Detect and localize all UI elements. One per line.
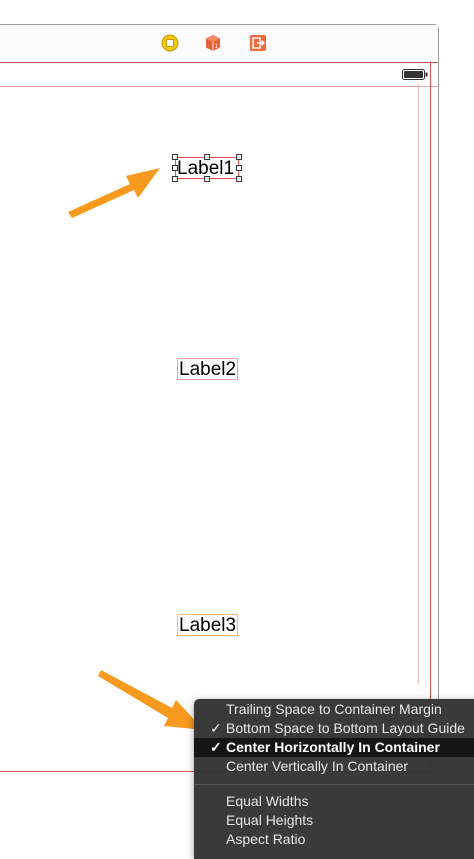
menu-item-label: Center Vertically In Container: [226, 758, 409, 774]
menu-item-trailing-space[interactable]: Trailing Space to Container Margin: [194, 700, 474, 719]
checkmark-icon: ✓: [210, 720, 222, 736]
menu-item-label: Trailing Space to Container Margin: [226, 701, 442, 717]
menu-item-label: Equal Widths: [226, 793, 309, 809]
resize-handle[interactable]: [204, 154, 210, 160]
checkmark-icon: ✓: [210, 739, 222, 755]
menu-item-aspect-ratio[interactable]: Aspect Ratio: [194, 830, 474, 849]
menu-item-label: Center Horizontally In Container: [226, 739, 440, 755]
menu-item-label: Bottom Space to Bottom Layout Guide: [226, 720, 465, 736]
menu-divider: [194, 784, 474, 785]
label-2[interactable]: Label2: [177, 358, 238, 380]
menu-item-label: Aspect Ratio: [226, 831, 306, 847]
menu-item-center-vertically[interactable]: Center Vertically In Container: [194, 757, 474, 776]
annotation-arrow-icon: [68, 168, 160, 218]
menu-item-equal-widths[interactable]: Equal Widths: [194, 792, 474, 811]
resize-handle[interactable]: [172, 154, 178, 160]
resize-handle[interactable]: [236, 165, 242, 171]
view-controller-icon[interactable]: [161, 34, 179, 52]
resize-handle[interactable]: [236, 154, 242, 160]
resize-handle[interactable]: [172, 165, 178, 171]
menu-item-equal-heights[interactable]: Equal Heights: [194, 811, 474, 830]
first-responder-cube-icon[interactable]: 1: [204, 34, 222, 52]
menu-item-center-horizontally[interactable]: ✓ Center Horizontally In Container: [194, 738, 474, 757]
menu-item-label: Equal Heights: [226, 812, 314, 828]
resize-handle[interactable]: [236, 176, 242, 182]
scene-dock: 1: [0, 25, 438, 63]
label-3[interactable]: Label3: [177, 614, 238, 636]
trailing-margin-guide: [418, 84, 419, 684]
annotation-arrow-icon: [98, 670, 204, 730]
resize-handle[interactable]: [204, 176, 210, 182]
menu-item-bottom-space[interactable]: ✓ Bottom Space to Bottom Layout Guide: [194, 719, 474, 738]
exit-icon[interactable]: [249, 34, 267, 52]
resize-handle[interactable]: [172, 176, 178, 182]
constraint-context-menu: Trailing Space to Container Margin ✓ Bot…: [194, 699, 474, 859]
